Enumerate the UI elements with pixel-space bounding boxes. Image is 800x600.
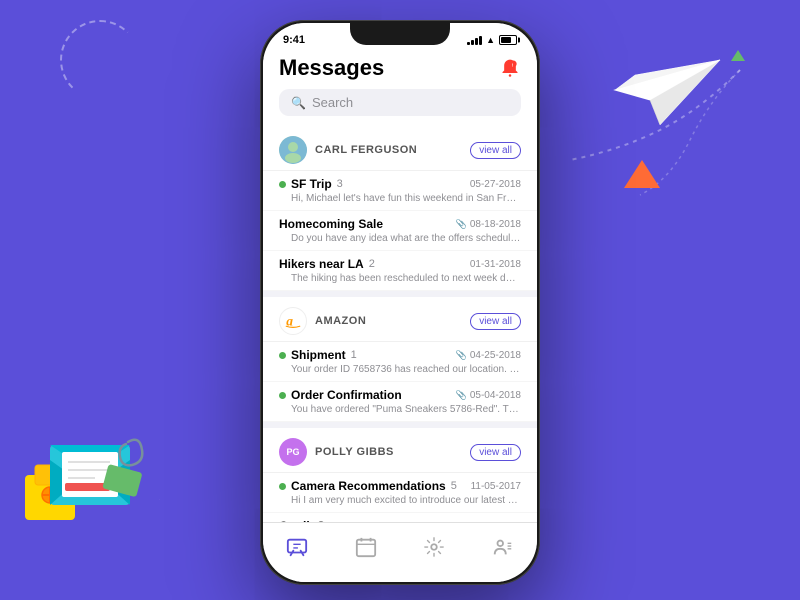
unread-dot-order-confirm	[279, 392, 286, 399]
message-item-hikers[interactable]: Hikers near LA 2 01-31-2018 The hiking h…	[263, 251, 537, 291]
phone-container: 9:41 ▲	[260, 20, 540, 585]
message-subject-sf-trip: SF Trip 3	[279, 177, 343, 191]
green-triangle-decoration	[731, 50, 745, 61]
sender-info-carl: CARL FERGUSON	[279, 136, 417, 164]
carl-avatar	[279, 136, 307, 164]
tab-settings[interactable]	[400, 536, 469, 558]
message-subject-homecoming: Homecoming Sale	[279, 217, 383, 231]
message-date-hikers: 01-31-2018	[470, 259, 521, 270]
message-subject-shipment: Shipment 1	[279, 348, 357, 362]
carl-view-all-button[interactable]: view all	[470, 142, 521, 159]
section-amazon: a AMAZON view all	[263, 297, 537, 422]
polly-view-all-button[interactable]: view all	[470, 444, 521, 461]
content-area[interactable]: CARL FERGUSON view all SF Trip 3	[263, 126, 537, 522]
message-date-homecoming: 📎 08-18-2018	[456, 219, 521, 230]
message-date-camera: 11-05-2017	[471, 481, 521, 492]
mail-illustration	[10, 400, 160, 530]
notification-bell[interactable]: !	[499, 57, 521, 79]
section-header-carl: CARL FERGUSON view all	[263, 126, 537, 171]
attachment-icon-shipment: 📎	[456, 350, 467, 361]
search-icon: 🔍	[291, 96, 306, 110]
phone-frame: 9:41 ▲	[260, 20, 540, 585]
tab-bar	[263, 522, 537, 582]
message-preview-homecoming: Do you have any idea what are the offers…	[279, 233, 521, 244]
search-input-wrap[interactable]: 🔍 Search	[279, 89, 521, 116]
attachment-icon-homecoming: 📎	[456, 219, 467, 230]
signal-bar-4	[479, 36, 482, 45]
polly-avatar: PG	[279, 438, 307, 466]
message-preview-camera: Hi I am very much excited to introduce o…	[279, 495, 521, 506]
message-item-camera[interactable]: Camera Recommendations 5 11-05-2017 Hi I…	[263, 473, 537, 513]
battery-fill	[501, 37, 511, 43]
message-item-order-confirm[interactable]: Order Confirmation 📎 05-04-2018 You have…	[263, 382, 537, 422]
message-date-sf-trip: 05-27-2018	[470, 179, 521, 190]
message-item-shipment[interactable]: Shipment 1 📎 04-25-2018 Your order ID 76…	[263, 342, 537, 382]
paper-plane-decoration	[610, 45, 730, 135]
status-time: 9:41	[283, 34, 305, 46]
battery-icon	[499, 35, 517, 45]
tab-contacts[interactable]	[469, 536, 538, 558]
tab-messages[interactable]	[263, 536, 332, 558]
search-placeholder: Search	[312, 95, 353, 110]
app-header: Messages !	[263, 51, 537, 89]
phone-screen: 9:41 ▲	[263, 23, 537, 582]
svg-text:!: !	[512, 62, 513, 67]
section-header-polly: PG POLLY GIBBS view all	[263, 428, 537, 473]
attachment-icon-order-confirm: 📎	[456, 390, 467, 401]
unread-dot-camera	[279, 483, 286, 490]
message-item-credit[interactable]: Credit Score 08-21-2018 Hi I am very...	[263, 513, 537, 522]
bg-arc-decoration	[60, 20, 140, 100]
message-preview-order-confirm: You have ordered "Puma Sneakers 5786-Red…	[279, 404, 521, 415]
message-item-sf-trip[interactable]: SF Trip 3 05-27-2018 Hi, Michael let's h…	[263, 171, 537, 211]
search-bar: 🔍 Search	[263, 89, 537, 126]
section-header-amazon: a AMAZON view all	[263, 297, 537, 342]
polly-sender-name: POLLY GIBBS	[315, 446, 394, 458]
section-polly: PG POLLY GIBBS view all Camera	[263, 428, 537, 522]
sender-info-amazon: a AMAZON	[279, 307, 366, 335]
signal-bar-1	[467, 42, 470, 45]
phone-notch	[350, 23, 450, 45]
message-preview-hikers: The hiking has been rescheduled to next …	[279, 273, 521, 284]
signal-bar-2	[471, 40, 474, 45]
message-subject-hikers: Hikers near LA 2	[279, 257, 375, 271]
section-carl: CARL FERGUSON view all SF Trip 3	[263, 126, 537, 291]
dotted-path-decoration	[540, 50, 770, 200]
calendar-tab-icon	[355, 536, 377, 558]
orange-triangle-decoration	[624, 160, 660, 188]
signal-bar-3	[475, 38, 478, 45]
amazon-view-all-button[interactable]: view all	[470, 313, 521, 330]
message-preview-sf-trip: Hi, Michael let's have fun this weekend …	[279, 193, 521, 204]
amazon-sender-name: AMAZON	[315, 315, 366, 327]
contacts-tab-icon	[492, 536, 514, 558]
messages-tab-icon	[286, 536, 308, 558]
unread-dot-shipment	[279, 352, 286, 359]
message-date-shipment: 📎 04-25-2018	[456, 350, 521, 361]
wifi-icon: ▲	[486, 35, 495, 45]
app-title: Messages	[279, 55, 384, 81]
message-preview-shipment: Your order ID 7658736 has reached our lo…	[279, 364, 521, 375]
unread-dot-sf-trip	[279, 181, 286, 188]
amazon-logo-avatar: a	[279, 307, 307, 335]
carl-sender-name: CARL FERGUSON	[315, 144, 417, 156]
message-date-order-confirm: 📎 05-04-2018	[456, 390, 521, 401]
message-item-homecoming[interactable]: Homecoming Sale 📎 08-18-2018 Do you have…	[263, 211, 537, 251]
signal-bars	[467, 35, 482, 45]
settings-tab-icon	[423, 536, 445, 558]
sender-info-polly: PG POLLY GIBBS	[279, 438, 394, 466]
tab-calendar[interactable]	[332, 536, 401, 558]
message-subject-camera: Camera Recommendations 5	[279, 479, 457, 493]
message-subject-order-confirm: Order Confirmation	[279, 388, 402, 402]
status-icons: ▲	[467, 35, 517, 45]
